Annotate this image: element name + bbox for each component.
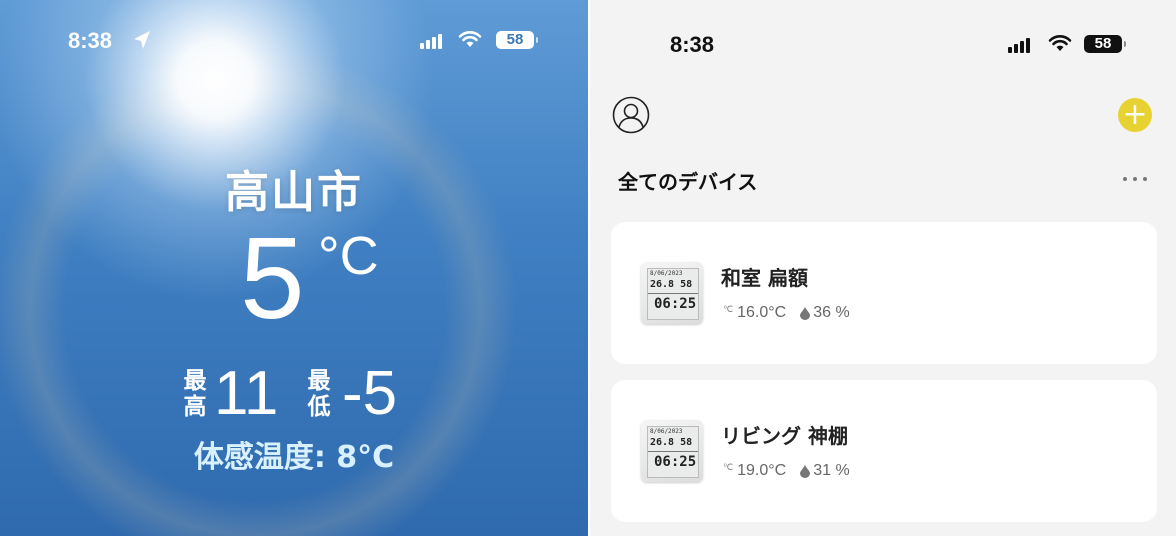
lcd-clock: 06:25 bbox=[654, 454, 697, 470]
cellular-signal-icon bbox=[1008, 37, 1030, 53]
lcd-readings: 26.8 58 bbox=[650, 437, 692, 448]
device-lcd: 8/06/2023 26.8 58 06:25 bbox=[647, 268, 699, 320]
thermometer-icon: ℃ bbox=[723, 303, 734, 314]
device-temperature: 16.0°C bbox=[737, 304, 787, 321]
device-readings: ℃ 16.0°C 36 % bbox=[723, 304, 850, 322]
wifi-icon bbox=[1048, 35, 1072, 51]
lcd-divider bbox=[648, 451, 698, 452]
cellular-signal-icon bbox=[420, 33, 442, 49]
wifi-icon bbox=[458, 31, 482, 47]
device-readings: ℃ 19.0°C 31 % bbox=[723, 462, 850, 480]
low-label: 最低 bbox=[307, 368, 331, 420]
lcd-readings: 26.8 58 bbox=[650, 279, 692, 290]
lcd-temp: 26.8 bbox=[650, 437, 675, 448]
plus-icon: + bbox=[1122, 97, 1148, 132]
status-bar: 8:38 58 bbox=[68, 28, 538, 54]
battery-tip bbox=[1124, 41, 1126, 47]
status-bar: 8:38 58 bbox=[590, 32, 1176, 58]
lcd-date: 8/06/2023 bbox=[650, 270, 683, 277]
more-options-button[interactable] bbox=[1120, 168, 1150, 188]
lcd-temp: 26.8 bbox=[650, 279, 675, 290]
battery-tip bbox=[536, 37, 538, 43]
high-label: 最高 bbox=[183, 368, 207, 420]
lcd-humidity: 58 bbox=[680, 279, 693, 290]
add-device-button[interactable]: + bbox=[1118, 98, 1152, 132]
device-card[interactable]: 8/06/2023 26.8 58 06:25 リビング 神棚 ℃ 19.0°C… bbox=[611, 380, 1157, 522]
thermometer-icon: ℃ bbox=[723, 461, 734, 472]
lcd-date: 8/06/2023 bbox=[650, 428, 683, 435]
device-lcd: 8/06/2023 26.8 58 06:25 bbox=[647, 426, 699, 478]
humidity-drop-icon bbox=[800, 306, 811, 320]
device-humidity: 36 % bbox=[813, 304, 850, 321]
feels-like: 体感温度: 8°C bbox=[193, 440, 395, 475]
low-value: -5 bbox=[342, 359, 398, 428]
section-title: 全てのデバイス bbox=[618, 170, 758, 194]
device-name: 和室 扁額 bbox=[721, 266, 808, 290]
temperature-unit: °C bbox=[318, 226, 379, 286]
status-time: 8:38 bbox=[670, 32, 715, 57]
device-humidity: 31 % bbox=[813, 462, 850, 479]
devices-screen: 8:38 58 + 全てのデバイス 8/06/2023 26.8 58 06:2… bbox=[590, 0, 1176, 536]
battery-indicator: 58 bbox=[1084, 35, 1122, 53]
user-icon[interactable] bbox=[612, 96, 650, 134]
lcd-clock: 06:25 bbox=[654, 296, 697, 312]
lcd-divider bbox=[648, 293, 698, 294]
device-thumbnail: 8/06/2023 26.8 58 06:25 bbox=[641, 420, 703, 482]
city-name: 高山市 bbox=[225, 167, 363, 218]
humidity-drop-icon bbox=[800, 464, 811, 478]
location-arrow-icon bbox=[134, 31, 150, 49]
status-time: 8:38 bbox=[68, 28, 113, 53]
lcd-humidity: 58 bbox=[680, 437, 693, 448]
high-value: 11 bbox=[214, 359, 279, 428]
device-temperature: 19.0°C bbox=[737, 462, 787, 479]
battery-indicator: 58 bbox=[496, 31, 534, 49]
device-thumbnail: 8/06/2023 26.8 58 06:25 bbox=[641, 262, 703, 324]
current-temperature: 5 bbox=[240, 213, 305, 343]
device-name: リビング 神棚 bbox=[721, 424, 848, 448]
device-card[interactable]: 8/06/2023 26.8 58 06:25 和室 扁額 ℃ 16.0°C 3… bbox=[611, 222, 1157, 364]
weather-screen: 8:38 58 高山市 5 °C 最高 11 最低 -5 体感温度: 8°C bbox=[0, 0, 588, 536]
